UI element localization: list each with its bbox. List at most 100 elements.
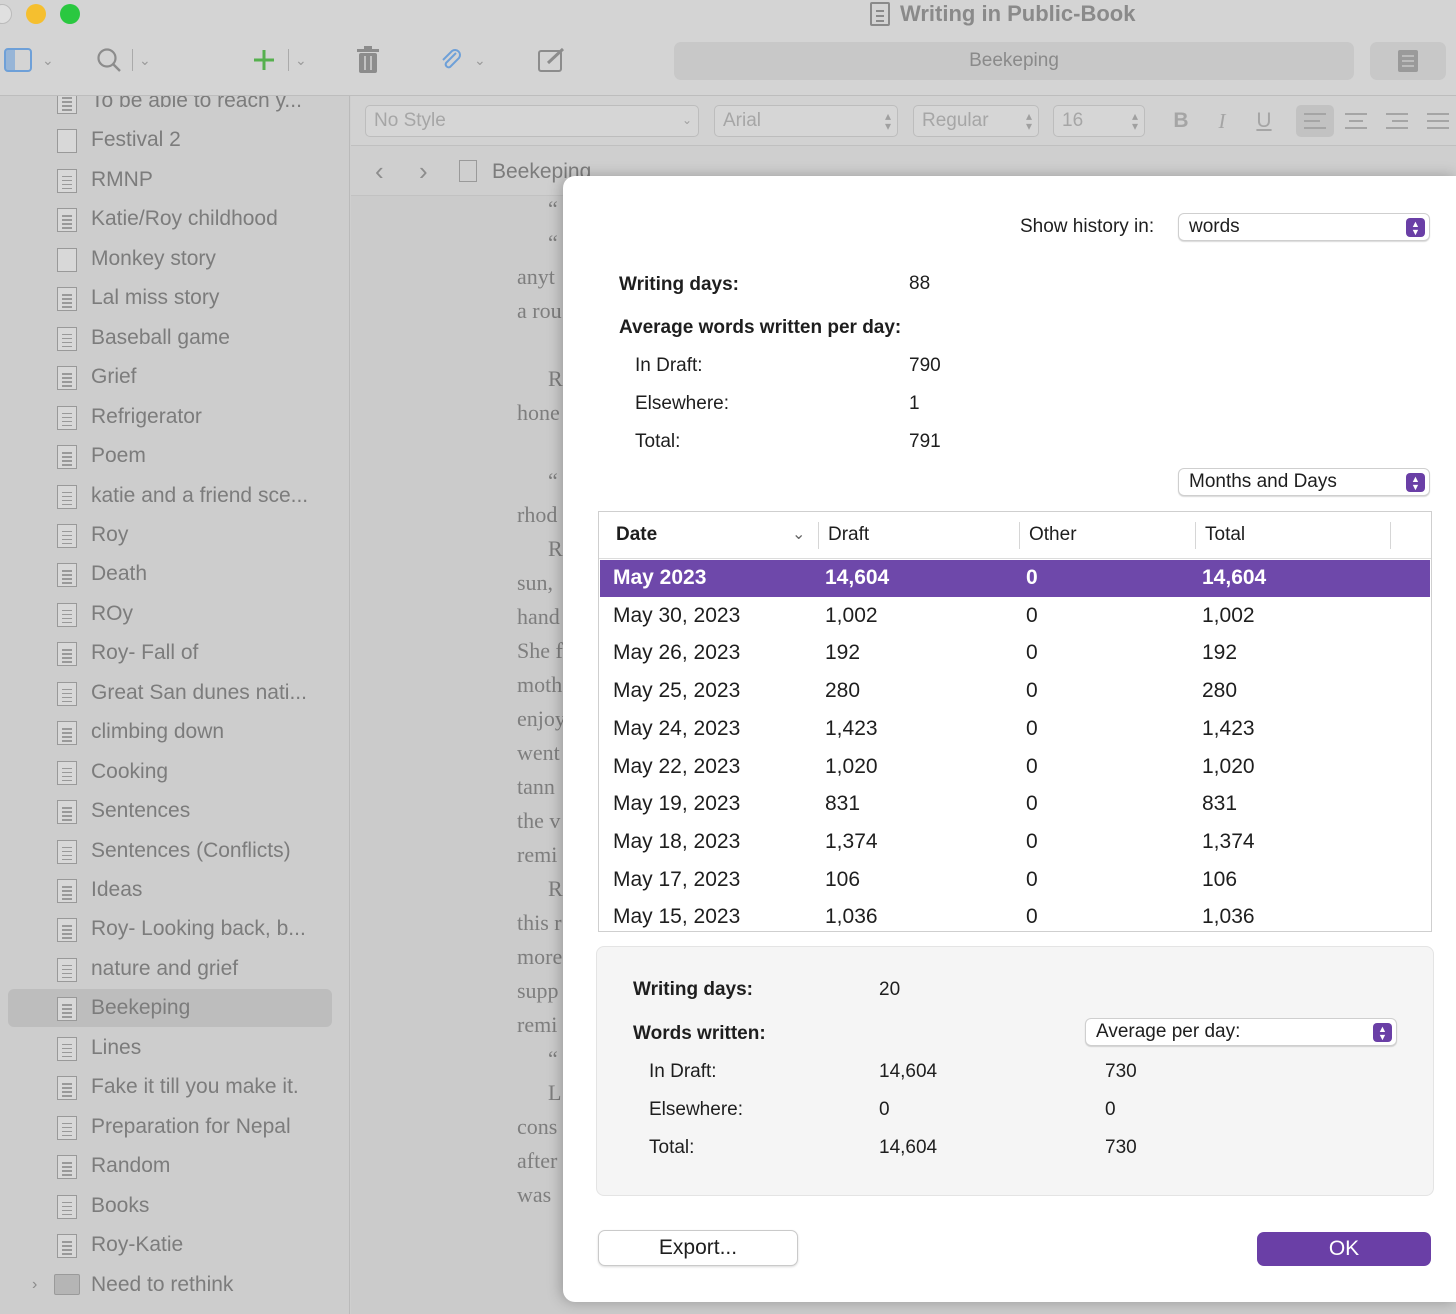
binder-item[interactable]: Roy- Looking back, b... <box>0 910 349 948</box>
document-title-field[interactable]: Beekeping <box>674 42 1354 80</box>
font-size-select[interactable]: 16 ▴ ▾ <box>1053 105 1145 137</box>
avg-elsewhere-value: 1 <box>909 393 920 414</box>
column-header-total[interactable]: Total <box>1205 524 1245 546</box>
font-select[interactable]: Arial ▴ ▾ <box>714 105 898 137</box>
binder-item-label: Roy-Katie <box>91 1233 184 1257</box>
table-cell-draft: 1,036 <box>825 905 878 929</box>
binder-item[interactable]: Festival 2 <box>0 121 349 159</box>
table-row[interactable]: May 26, 2023 192 0 192 <box>600 635 1430 672</box>
binder-item-label: Great San dunes nati... <box>91 680 307 704</box>
binder-item[interactable]: To be able to reach y... <box>0 96 349 120</box>
binder-item[interactable]: Books <box>0 1187 349 1225</box>
table-row[interactable]: May 18, 2023 1,374 0 1,374 <box>600 824 1430 861</box>
style-select[interactable]: No Style ⌄ <box>365 105 699 137</box>
binder-item-label: Katie/Roy childhood <box>91 207 278 231</box>
table-cell-other: 0 <box>1026 566 1038 589</box>
binder-item[interactable]: Lal miss story <box>0 279 349 317</box>
table-row[interactable]: May 19, 2023 831 0 831 <box>600 786 1430 823</box>
binder-item[interactable]: Cooking <box>0 753 349 791</box>
binder-item[interactable]: ROy <box>0 595 349 633</box>
binder-item[interactable]: Roy <box>0 516 349 554</box>
binder-item[interactable]: Ideas <box>0 871 349 909</box>
summary-mode-select[interactable]: Average per day: ▲ ▼ <box>1085 1018 1397 1046</box>
minimize-window-button[interactable] <box>26 4 46 24</box>
table-row[interactable]: May 24, 2023 1,423 0 1,423 <box>600 711 1430 748</box>
binder-item[interactable]: nature and grief <box>0 950 349 988</box>
column-header-draft[interactable]: Draft <box>828 524 869 546</box>
binder-item[interactable]: Poem <box>0 437 349 475</box>
close-window-button[interactable] <box>0 4 12 24</box>
column-header-other[interactable]: Other <box>1029 524 1077 546</box>
back-arrow-icon[interactable]: ‹ <box>375 156 384 187</box>
table-cell-total: 106 <box>1202 867 1238 891</box>
table-row[interactable]: May 30, 2023 1,002 0 1,002 <box>600 598 1430 635</box>
binder-item[interactable]: Great San dunes nati... <box>0 674 349 712</box>
align-left-button[interactable] <box>1296 105 1334 137</box>
summary-draft-average: 730 <box>1105 1061 1137 1082</box>
ok-button[interactable]: OK <box>1257 1232 1431 1266</box>
table-row[interactable]: May 22, 2023 1,020 0 1,020 <box>600 749 1430 786</box>
zoom-window-button[interactable] <box>60 4 80 24</box>
show-history-select[interactable]: words ▲ ▼ <box>1178 213 1430 241</box>
binder-item[interactable]: Refrigerator <box>0 398 349 436</box>
binder-item[interactable]: Roy-Katie <box>0 1226 349 1264</box>
trash-button[interactable] <box>356 42 380 78</box>
font-weight-select[interactable]: Regular ▴ ▾ <box>913 105 1039 137</box>
binder-item[interactable]: RMNP <box>0 161 349 199</box>
binder-item[interactable]: Fake it till you make it. <box>0 1068 349 1106</box>
attachment-button[interactable]: ⌄ <box>438 42 486 78</box>
file-lines-icon <box>57 405 77 430</box>
binder-item[interactable]: Baseball game <box>0 319 349 357</box>
table-row[interactable]: May 25, 2023 280 0 280 <box>600 673 1430 710</box>
inspector-icon <box>1398 50 1418 72</box>
forward-arrow-icon[interactable]: › <box>419 156 428 187</box>
file-lines-icon <box>57 879 77 903</box>
binder-item[interactable]: › Need to rethink <box>0 1266 349 1304</box>
add-document-button[interactable]: ⌄ <box>252 42 307 78</box>
bold-button[interactable]: B <box>1163 105 1199 137</box>
disclosure-triangle-icon[interactable]: › <box>32 1276 37 1294</box>
binder-item[interactable]: Random <box>0 1147 349 1185</box>
avg-draft-label: In Draft: <box>635 355 703 376</box>
binder-item-label: Poem <box>91 444 146 468</box>
binder-item[interactable]: Preparation for Nepal <box>0 1108 349 1146</box>
align-justify-button[interactable] <box>1419 105 1456 137</box>
binder-item[interactable]: Katie/Roy childhood <box>0 200 349 238</box>
binder-item[interactable]: Death <box>0 555 349 593</box>
file-lines-icon <box>57 366 77 391</box>
table-cell-other: 0 <box>1026 679 1038 703</box>
binder-item[interactable]: Sentences <box>0 792 349 830</box>
align-center-button[interactable] <box>1337 105 1375 137</box>
underline-button[interactable]: U <box>1246 105 1282 137</box>
binder-item[interactable]: Beekeping <box>0 989 349 1028</box>
inspector-button[interactable] <box>1370 42 1446 80</box>
export-button[interactable]: Export... <box>598 1230 798 1266</box>
file-lines-icon <box>57 1076 77 1101</box>
table-cell-date: May 22, 2023 <box>613 754 741 778</box>
binder-item[interactable]: Grief <box>0 358 349 396</box>
column-header-date[interactable]: Date <box>616 524 657 546</box>
align-right-button[interactable] <box>1378 105 1416 137</box>
history-table[interactable]: Date ⌄ Draft Other Total May 2023 14,604 0… <box>598 511 1432 932</box>
binder-item[interactable]: Sentences (Conflicts) <box>0 832 349 870</box>
table-row[interactable]: May 2023 14,604 0 14,604 <box>600 560 1430 597</box>
binder-item[interactable]: Monkey story <box>0 240 349 278</box>
search-button[interactable]: ⌄ <box>96 42 151 78</box>
table-cell-date: May 25, 2023 <box>613 679 741 703</box>
italic-button[interactable]: I <box>1204 105 1240 137</box>
binder-item[interactable]: Lines <box>0 1029 349 1067</box>
table-row[interactable]: May 17, 2023 106 0 106 <box>600 862 1430 899</box>
sort-chevron-icon[interactable]: ⌄ <box>792 524 805 544</box>
binder-item[interactable]: climbing down <box>0 713 349 751</box>
table-cell-total: 1,020 <box>1202 754 1255 778</box>
summary-total-total: 14,604 <box>879 1137 938 1158</box>
grouping-select[interactable]: Months and Days ▲ ▼ <box>1178 468 1430 496</box>
table-row[interactable]: May 15, 2023 1,036 0 1,036 <box>600 899 1430 931</box>
compose-button[interactable] <box>538 42 566 78</box>
binder-item[interactable]: katie and a friend sce... <box>0 477 349 515</box>
view-mode-button[interactable]: ⌄ <box>4 42 54 78</box>
binder-item-label: Festival 2 <box>91 128 181 152</box>
editor-text-line: this r <box>517 910 562 935</box>
table-cell-draft: 831 <box>825 792 861 816</box>
binder-item[interactable]: Roy- Fall of <box>0 634 349 672</box>
